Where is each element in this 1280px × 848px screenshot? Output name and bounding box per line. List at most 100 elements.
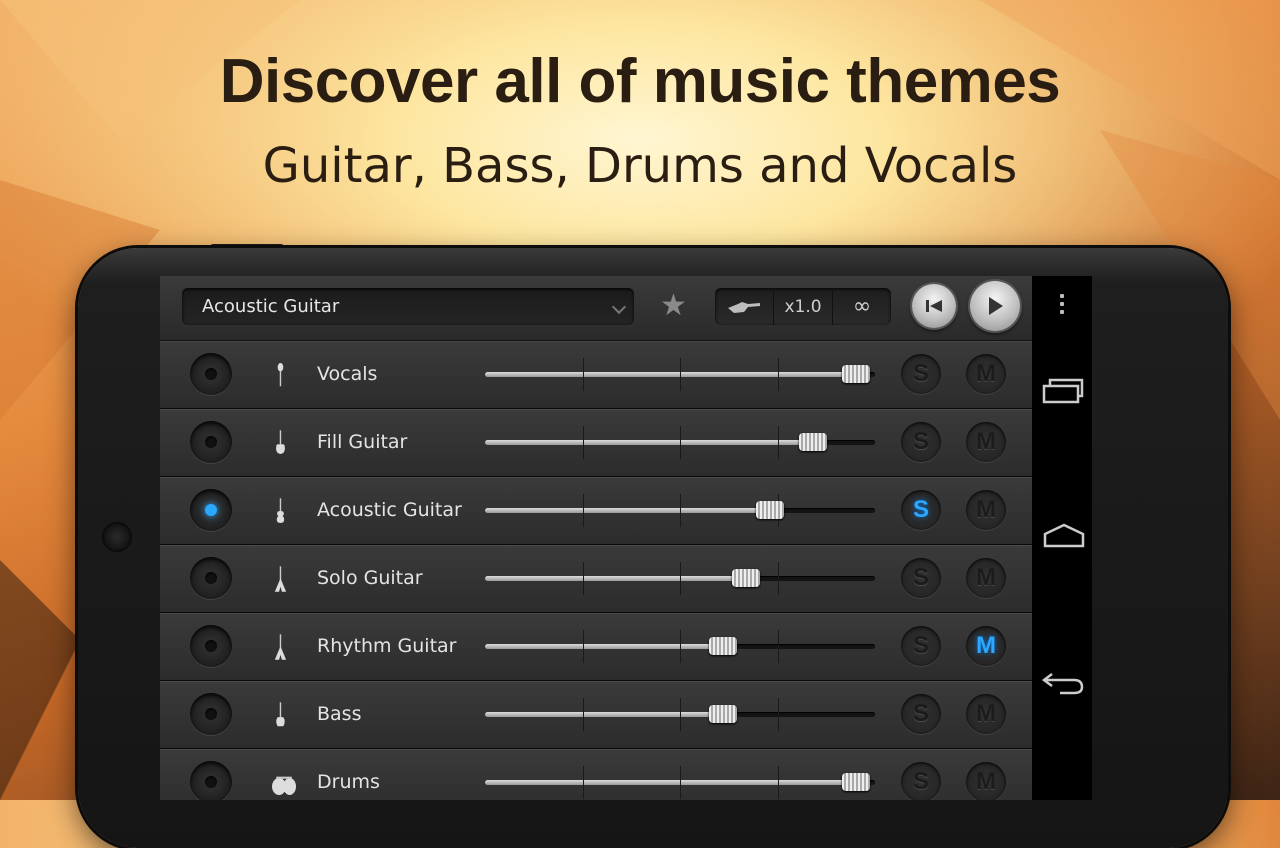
volume-slider-handle[interactable] [841,365,870,383]
track-list: Vocals S M Fill Guitar S M Acoustic Guitar S M So… [160,341,1032,800]
recent-apps-icon[interactable] [1042,376,1086,404]
record-indicator [205,436,217,448]
mute-button[interactable]: M [966,490,1006,530]
volume-slider[interactable] [485,766,875,799]
volume-slider-tick [777,426,779,459]
volume-slider-tick [777,358,779,391]
drum-kit-icon [272,776,296,795]
volume-slider[interactable] [485,358,875,391]
mute-button[interactable]: M [966,694,1006,734]
mute-button[interactable]: M [966,558,1006,598]
top-toolbar: Acoustic Guitar ★ x1.0 ∞ [160,276,1032,341]
track-selector-dropdown[interactable]: Acoustic Guitar [182,288,634,325]
solo-button[interactable]: S [901,354,941,394]
play-icon [989,297,1003,315]
acoustic-guitar-icon [276,498,285,523]
track-name: Rhythm Guitar [317,635,457,657]
volume-slider[interactable] [485,562,875,595]
track-name: Fill Guitar [317,431,408,453]
track-row: Rhythm Guitar S M [160,613,1032,681]
track-name: Bass [317,703,362,725]
volume-slider-tick [582,562,584,595]
volume-slider-tick [777,766,779,799]
volume-slider-tick [582,698,584,731]
phone-speaker [102,522,132,552]
volume-slider[interactable] [485,630,875,663]
back-icon[interactable] [1042,668,1086,698]
record-arm-button[interactable] [190,353,232,395]
volume-slider-fill [485,712,723,717]
record-indicator [205,368,217,380]
track-row: Acoustic Guitar S M [160,477,1032,545]
track-row: Drums S M [160,749,1032,800]
play-button[interactable] [970,281,1020,331]
infinity-icon[interactable]: ∞ [833,288,891,325]
volume-slider-handle[interactable] [841,773,870,791]
record-arm-button[interactable] [190,761,232,800]
volume-slider-tick [582,630,584,663]
chevron-down-icon [611,299,627,315]
record-indicator [205,640,217,652]
record-arm-button[interactable] [190,693,232,735]
solo-button[interactable]: S [901,694,941,734]
volume-slider-handle[interactable] [755,501,784,519]
volume-slider-tick [777,698,779,731]
guitar-icon[interactable] [715,288,774,325]
volume-slider-tick [680,766,681,799]
track-name: Acoustic Guitar [317,499,462,521]
volume-slider-tick [680,698,681,731]
bass-guitar-icon [276,702,285,727]
track-row: Vocals S M [160,341,1032,409]
playback-options: x1.0 ∞ [715,288,891,325]
track-row: Solo Guitar S M [160,545,1032,613]
volume-slider-fill [485,372,856,377]
mute-button[interactable]: M [966,626,1006,666]
track-row: Bass S M [160,681,1032,749]
solo-button[interactable]: S [901,490,941,530]
home-icon[interactable] [1042,522,1086,550]
track-name: Solo Guitar [317,567,423,589]
previous-button[interactable] [912,284,956,328]
microphone-icon [277,363,284,387]
speed-button[interactable]: x1.0 [774,288,833,325]
solo-button[interactable]: S [901,558,941,598]
track-name: Drums [317,771,380,793]
volume-slider[interactable] [485,494,875,527]
track-name: Vocals [317,363,378,385]
volume-slider-fill [485,644,723,649]
solo-button[interactable]: S [901,422,941,462]
volume-slider-tick [582,494,584,527]
overflow-menu-icon[interactable] [1060,294,1064,318]
volume-slider[interactable] [485,426,875,459]
record-indicator [205,504,217,516]
solo-button[interactable]: S [901,626,941,666]
promo-headline: Discover all of music themes [219,47,1061,116]
flying-v-guitar-icon [274,566,287,592]
mute-button[interactable]: M [966,762,1006,800]
record-arm-button[interactable] [190,489,232,531]
skip-back-icon [926,300,942,312]
record-arm-button[interactable] [190,421,232,463]
record-arm-button[interactable] [190,625,232,667]
volume-slider-fill [485,508,770,513]
electric-guitar-icon [276,430,285,454]
volume-slider-handle[interactable] [708,705,737,723]
mute-button[interactable]: M [966,354,1006,394]
volume-slider-tick [777,630,779,663]
volume-slider-fill [485,576,747,581]
android-navigation-bar [1032,276,1092,800]
app-screen: Acoustic Guitar ★ x1.0 ∞ Vocals S M Fill Gu… [160,276,1092,800]
volume-slider-handle[interactable] [708,637,737,655]
volume-slider-handle[interactable] [798,433,827,451]
volume-slider-handle[interactable] [732,569,761,587]
volume-slider-tick [582,426,584,459]
record-arm-button[interactable] [190,557,232,599]
mute-button[interactable]: M [966,422,1006,462]
volume-slider-tick [582,766,584,799]
volume-slider-tick [680,358,681,391]
volume-slider[interactable] [485,698,875,731]
solo-button[interactable]: S [901,762,941,800]
star-icon[interactable]: ★ [660,291,687,321]
record-indicator [205,572,217,584]
volume-slider-tick [777,562,779,595]
